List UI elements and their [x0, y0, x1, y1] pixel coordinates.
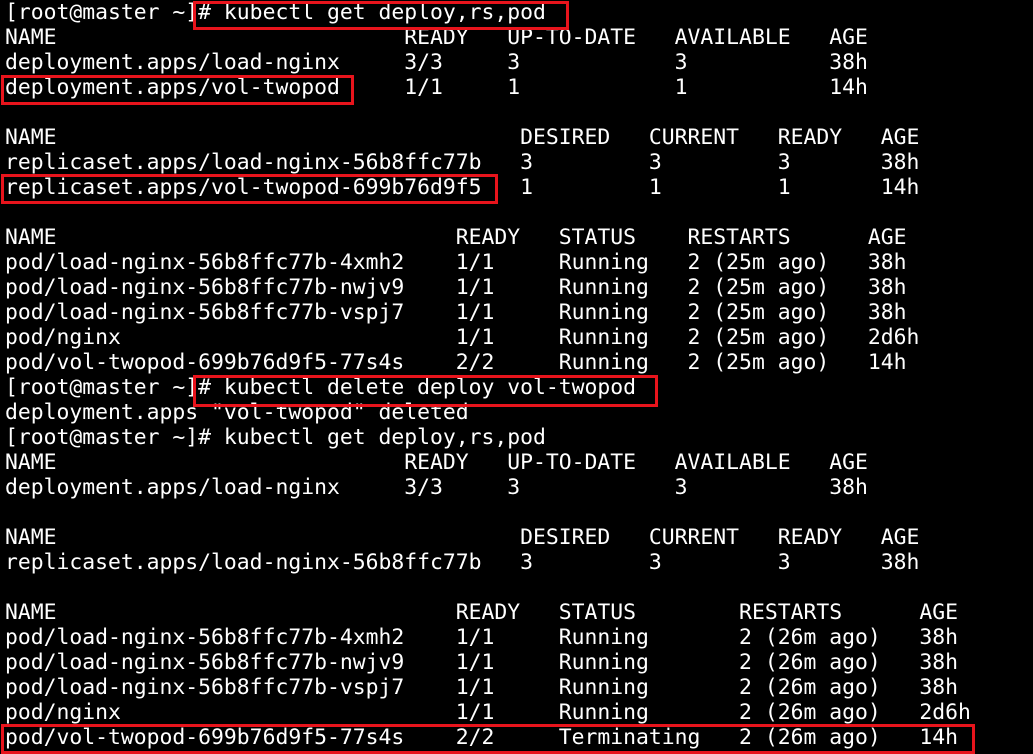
terminal-line: deployment.apps "vol-twopod" deleted	[5, 400, 469, 425]
terminal-line-header: NAME READY UP-TO-DATE AVAILABLE AGE	[5, 25, 868, 50]
terminal-line: pod/load-nginx-56b8ffc77b-4xmh2 1/1 Runn…	[5, 625, 958, 650]
terminal-line: pod/load-nginx-56b8ffc77b-4xmh2 1/1 Runn…	[5, 250, 907, 275]
terminal-line: pod/load-nginx-56b8ffc77b-vspj7 1/1 Runn…	[5, 675, 958, 700]
terminal-line: pod/nginx 1/1 Running 2 (25m ago) 2d6h	[5, 325, 920, 350]
terminal-line-prompt: [root@master ~]# kubectl delete deploy v…	[5, 375, 637, 400]
terminal-line-header: NAME DESIRED CURRENT READY AGE	[5, 525, 920, 550]
terminal-line: replicaset.apps/load-nginx-56b8ffc77b 3 …	[5, 550, 920, 575]
terminal-output[interactable]: [root@master ~]# kubectl get deploy,rs,p…	[0, 0, 1033, 754]
terminal-line: deployment.apps/load-nginx 3/3 3 3 38h	[5, 50, 868, 75]
terminal-line: replicaset.apps/load-nginx-56b8ffc77b 3 …	[5, 150, 920, 175]
terminal-line: pod/vol-twopod-699b76d9f5-77s4s 2/2 Runn…	[5, 350, 907, 375]
terminal-line-header: NAME READY STATUS RESTARTS AGE	[5, 225, 907, 250]
terminal-line-header: NAME DESIRED CURRENT READY AGE	[5, 125, 920, 150]
terminal-line-prompt: [root@master ~]# kubectl get deploy,rs,p…	[5, 425, 546, 450]
terminal-line: deployment.apps/vol-twopod 1/1 1 1 14h	[5, 75, 868, 100]
terminal-line-header: NAME READY STATUS RESTARTS AGE	[5, 600, 958, 625]
terminal-line: pod/vol-twopod-699b76d9f5-77s4s 2/2 Term…	[5, 725, 958, 750]
terminal-line: deployment.apps/load-nginx 3/3 3 3 38h	[5, 475, 868, 500]
terminal-line: pod/nginx 1/1 Running 2 (26m ago) 2d6h	[5, 700, 971, 725]
terminal-line-prompt: [root@master ~]# kubectl get deploy,rs,p…	[5, 0, 546, 25]
terminal-line: pod/load-nginx-56b8ffc77b-nwjv9 1/1 Runn…	[5, 275, 907, 300]
terminal-line: pod/load-nginx-56b8ffc77b-nwjv9 1/1 Runn…	[5, 650, 958, 675]
terminal-line-header: NAME READY UP-TO-DATE AVAILABLE AGE	[5, 450, 868, 475]
terminal-line: pod/load-nginx-56b8ffc77b-vspj7 1/1 Runn…	[5, 300, 907, 325]
terminal-line: replicaset.apps/vol-twopod-699b76d9f5 1 …	[5, 175, 920, 200]
